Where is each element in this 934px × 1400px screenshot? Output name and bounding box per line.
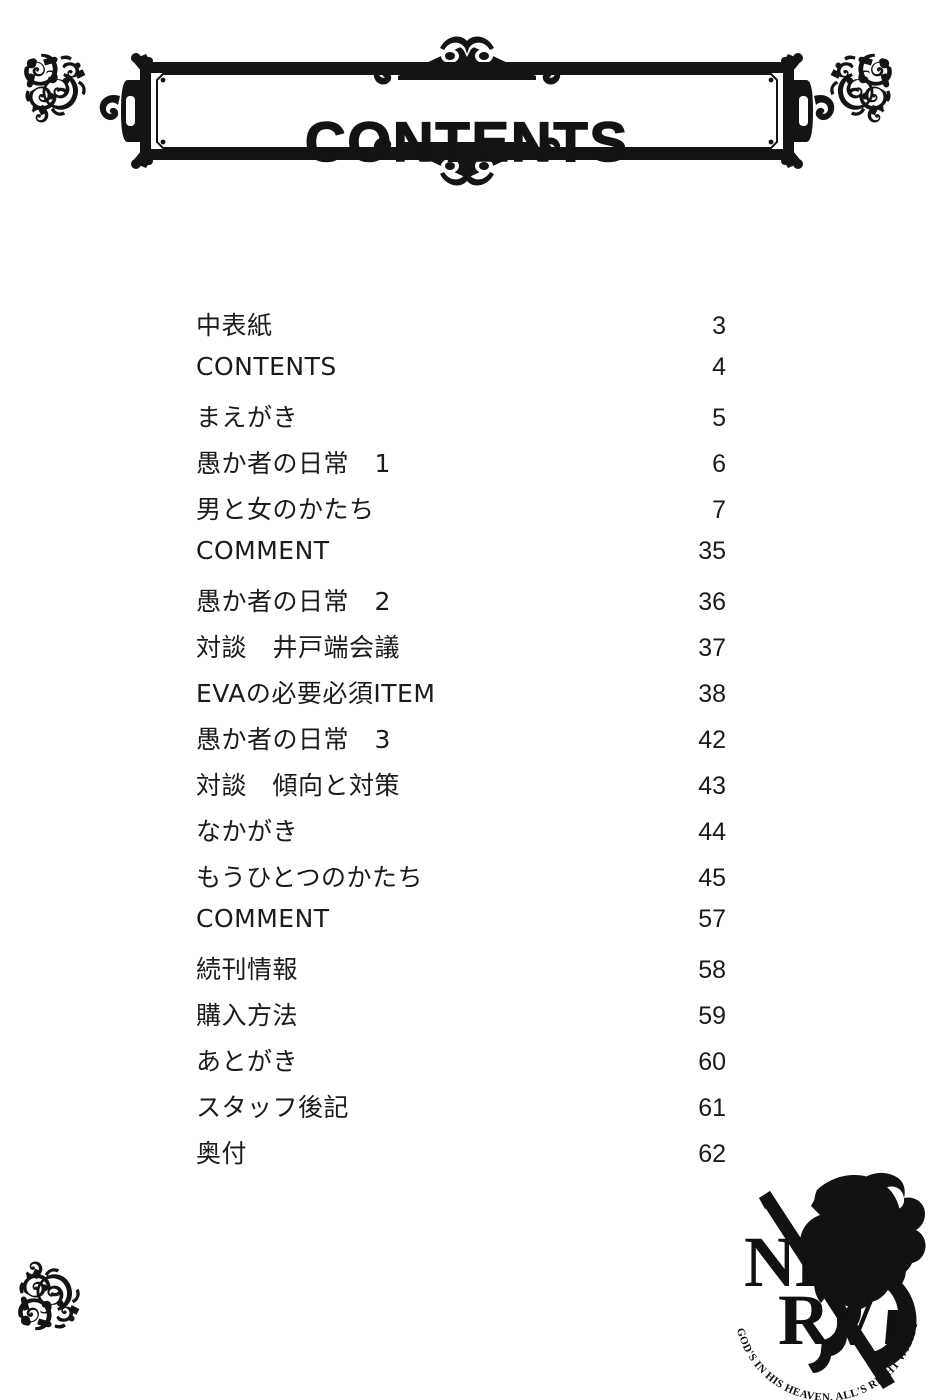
toc-entry[interactable]: 続刊情報 58 — [196, 950, 726, 996]
toc-entry[interactable]: 中表紙 3 — [196, 306, 726, 352]
toc-entry[interactable]: 購入方法 59 — [196, 996, 726, 1042]
toc-entry-title: 奥付 — [196, 1139, 248, 1168]
toc-entry-title: 男と女のかたち — [196, 495, 375, 524]
toc-entry-page: 5 — [712, 404, 726, 432]
toc-entry-page: 4 — [712, 353, 726, 381]
toc-entry[interactable]: スタッフ後記 61 — [196, 1088, 726, 1134]
toc-entry-page: 37 — [698, 634, 726, 662]
toc-entry[interactable]: COMMENT 57 — [196, 904, 726, 950]
toc-entry-title: もうひとつのかたち — [196, 863, 424, 892]
toc-entry-title: 愚か者の日常 3 — [196, 725, 391, 754]
toc-entry[interactable]: あとがき 60 — [196, 1042, 726, 1088]
toc-entry-title: 愚か者の日常 2 — [196, 587, 391, 616]
toc-entry[interactable]: 愚か者の日常 3 42 — [196, 720, 726, 766]
toc-entry-page: 35 — [698, 537, 726, 565]
toc-entry-title: 続刊情報 — [196, 955, 299, 984]
toc-entry-title: まえがき — [196, 403, 299, 432]
toc-entry-page: 62 — [698, 1140, 726, 1168]
toc-entry-title: なかがき — [196, 817, 299, 846]
toc-entry-title: 対談 井戸端会議 — [196, 633, 401, 662]
filigree-ornament-icon — [16, 1236, 112, 1332]
toc-entry-page: 7 — [712, 496, 726, 524]
toc-entry[interactable]: 愚か者の日常 1 6 — [196, 444, 726, 490]
toc-entry-page: 38 — [698, 680, 726, 708]
toc-entry-title: CONTENTS — [196, 352, 337, 381]
toc-entry[interactable]: COMMENT 35 — [196, 536, 726, 582]
toc-entry-page: 6 — [712, 450, 726, 478]
toc-entry-page: 43 — [698, 772, 726, 800]
toc-entry-page: 36 — [698, 588, 726, 616]
toc-entry[interactable]: 愚か者の日常 2 36 — [196, 582, 726, 628]
contents-banner: CONTENTS — [0, 36, 934, 186]
toc-entry-title: 愚か者の日常 1 — [196, 449, 391, 478]
toc-entry-page: 60 — [698, 1048, 726, 1076]
toc-entry[interactable]: EVAの必要必須ITEM 38 — [196, 674, 726, 720]
toc-entry-page: 3 — [712, 312, 726, 340]
table-of-contents: 中表紙 3 CONTENTS 4 まえがき 5 愚か者の日常 1 6 男と女のか… — [196, 306, 726, 1180]
toc-entry-title: COMMENT — [196, 904, 330, 933]
toc-entry-title: EVAの必要必須ITEM — [196, 679, 436, 708]
toc-entry-page: 59 — [698, 1002, 726, 1030]
toc-entry-title: COMMENT — [196, 536, 330, 565]
nerv-wordmark-line2: RV — [778, 1280, 878, 1360]
toc-entry[interactable]: なかがき 44 — [196, 812, 726, 858]
toc-entry[interactable]: 対談 傾向と対策 43 — [196, 766, 726, 812]
toc-entry[interactable]: CONTENTS 4 — [196, 352, 726, 398]
toc-entry-title: 対談 傾向と対策 — [196, 771, 401, 800]
toc-entry-page: 58 — [698, 956, 726, 984]
toc-entry-title: スタッフ後記 — [196, 1093, 350, 1122]
toc-entry[interactable]: 奥付 62 — [196, 1134, 726, 1180]
toc-entry[interactable]: もうひとつのかたち 45 — [196, 858, 726, 904]
toc-entry[interactable]: 男と女のかたち 7 — [196, 490, 726, 536]
toc-entry-page: 42 — [698, 726, 726, 754]
toc-entry-page: 61 — [698, 1094, 726, 1122]
page-title: CONTENTS — [304, 110, 629, 173]
toc-entry-title: あとがき — [196, 1047, 299, 1076]
toc-entry-title: 購入方法 — [196, 1001, 299, 1030]
toc-entry[interactable]: まえがき 5 — [196, 398, 726, 444]
nerv-logo: NE RV GOD'S IN HIS HEAVEN. ALL'S RIGHT W… — [722, 1168, 934, 1400]
toc-entry-page: 45 — [698, 864, 726, 892]
toc-entry[interactable]: 対談 井戸端会議 37 — [196, 628, 726, 674]
toc-entry-title: 中表紙 — [196, 311, 273, 340]
toc-entry-page: 44 — [698, 818, 726, 846]
toc-entry-page: 57 — [698, 905, 726, 933]
